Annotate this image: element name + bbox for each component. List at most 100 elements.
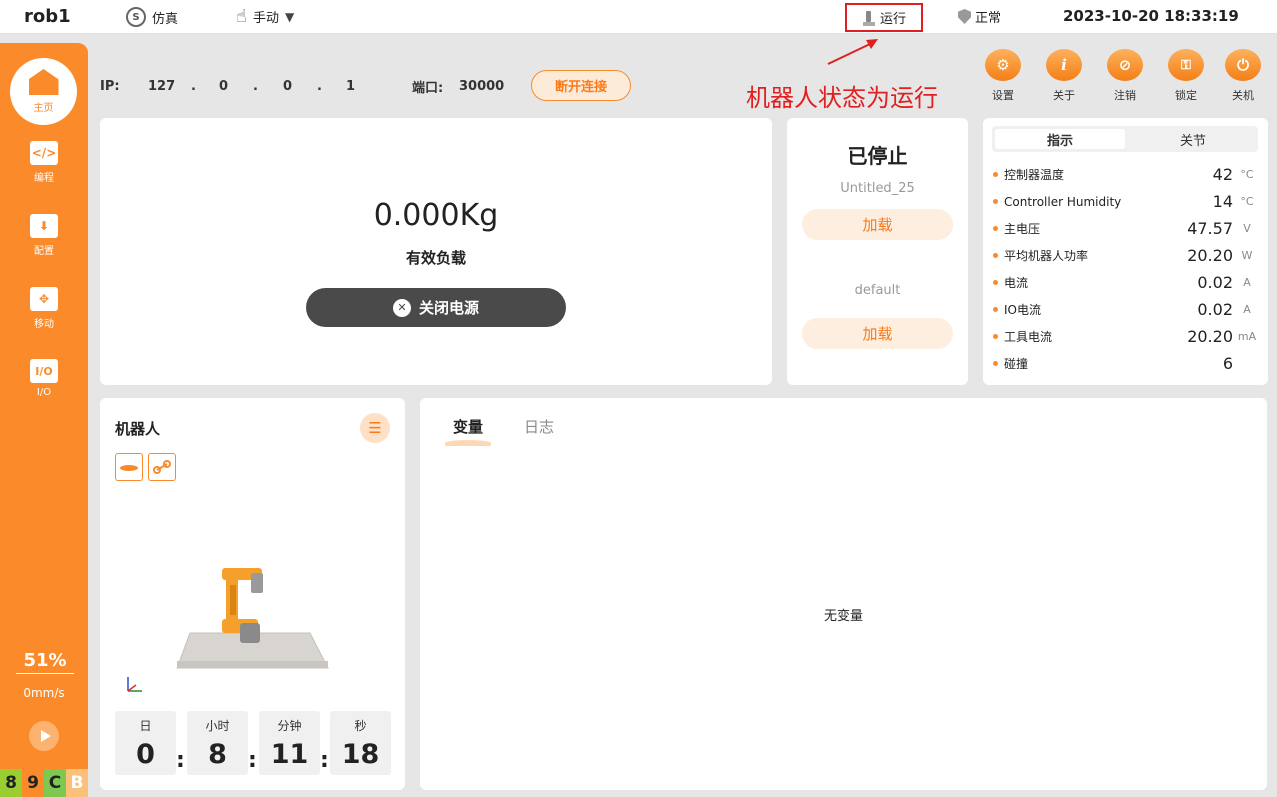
speed-percent[interactable]: 51% <box>16 650 74 674</box>
runtime-separator: : <box>320 748 329 773</box>
indicator-name: IO电流 <box>1004 303 1041 317</box>
sidebar-item-label: 移动 <box>34 319 54 330</box>
config-name: default <box>854 283 901 298</box>
runtime-label: 小时 <box>205 719 230 733</box>
indicator-row: 平均机器人功率 20.20 W <box>993 242 1261 269</box>
program-panel: 已停止 Untitled_25 加载 default 加载 <box>787 118 968 385</box>
config-icon: ⬇ <box>30 214 58 238</box>
toolbar-label: 关机 <box>1232 89 1254 102</box>
hand-icon: ☝ <box>236 5 247 27</box>
sidebar-item-io[interactable]: I/O I/O <box>0 359 88 398</box>
tab-logs[interactable]: 日志 <box>524 416 554 437</box>
sidebar-item-label: 主页 <box>33 103 54 114</box>
simulation-toggle[interactable]: S 仿真 <box>126 7 178 27</box>
code-icon: </> <box>30 141 58 165</box>
program-status: 已停止 <box>847 144 908 168</box>
status-chips: 8 9 C B <box>0 769 88 797</box>
tab-joints[interactable]: 关节 <box>1128 126 1258 152</box>
payload-value: 0.000Kg <box>373 198 499 233</box>
annotation-arrow <box>827 39 878 65</box>
ip-label: IP: <box>100 79 120 94</box>
indicator-value: 0.02 <box>1197 300 1233 319</box>
play-icon <box>40 730 51 742</box>
robot-name: rob1 <box>24 6 71 27</box>
settings-button[interactable]: ⚙ 设置 <box>978 49 1028 103</box>
manual-mode-label: 手动 <box>252 11 279 26</box>
runtime-seconds: 秒 18 <box>330 711 391 775</box>
indicator-row: 工具电流 20.20 mA <box>993 323 1261 350</box>
indicator-row: IO电流 0.02 A <box>993 296 1261 323</box>
menu-button[interactable]: ☰ <box>360 413 390 443</box>
indicator-name: 平均机器人功率 <box>1004 249 1089 263</box>
indicator-row: 电流 0.02 A <box>993 269 1261 296</box>
play-button[interactable] <box>29 721 59 751</box>
runtime-value: 11 <box>270 739 309 770</box>
toolbar-label: 设置 <box>992 89 1014 102</box>
indicator-unit: A <box>1243 276 1251 289</box>
sidebar-item-config[interactable]: ⬇ 配置 <box>0 214 88 257</box>
logout-button[interactable]: ⊘ 注销 <box>1100 49 1150 103</box>
payload-label: 有效负载 <box>405 249 466 267</box>
indicator-name: Controller Humidity <box>1004 194 1122 209</box>
axis-gizmo <box>127 677 142 692</box>
sidebar-item-home[interactable]: 主页 <box>10 58 77 125</box>
shutdown-button[interactable]: ⏻ 关机 <box>1218 49 1268 103</box>
port-value: 30000 <box>459 79 505 94</box>
indicator-unit: V <box>1243 222 1251 235</box>
indicator-row: 主电压 47.57 V <box>993 215 1261 242</box>
view-robot-button[interactable] <box>148 453 176 481</box>
runtime-label: 日 <box>139 719 152 733</box>
list-icon: ☰ <box>368 419 382 437</box>
info-icon: i <box>1046 49 1082 81</box>
indicator-value: 20.20 <box>1187 246 1233 265</box>
disconnect-button[interactable]: 断开连接 <box>531 70 631 101</box>
annotation-text: 机器人状态为运行 <box>746 84 938 112</box>
indicator-name: 碰撞 <box>1004 357 1029 371</box>
indicator-name: 电流 <box>1004 276 1029 290</box>
home-icon <box>28 69 59 95</box>
robot-panel: 机器人 ☰ 日 0 : 小时 8 : 分钟 11 : 秒 18 <box>100 398 405 790</box>
runtime-label: 分钟 <box>277 719 302 733</box>
status-chip: 9 <box>22 769 44 797</box>
about-button[interactable]: i 关于 <box>1039 49 1089 103</box>
power-off-button[interactable]: ✕ 关闭电源 <box>306 288 566 327</box>
indicator-name: 控制器温度 <box>1004 168 1065 182</box>
indicator-unit: °C <box>1240 195 1254 208</box>
ip-octet: 127 <box>148 79 176 94</box>
indicator-value: 20.20 <box>1187 327 1233 346</box>
tab-variables[interactable]: 变量 <box>444 416 492 446</box>
sidebar-item-move[interactable]: ✥ 移动 <box>0 287 88 330</box>
run-status-indicator: 运行 <box>845 3 923 32</box>
indicator-value: 42 <box>1212 165 1233 184</box>
manual-mode-dropdown[interactable]: ☝ 手动 ▼ <box>236 7 294 26</box>
chevron-down-icon: ▼ <box>284 9 295 24</box>
run-status-label: 运行 <box>879 12 906 27</box>
port-label: 端口: <box>412 81 444 96</box>
indicator-unit: °C <box>1240 168 1254 181</box>
ip-dot: . <box>191 79 196 94</box>
robot-arm-icon <box>862 10 876 26</box>
load-program-button[interactable]: 加载 <box>802 209 953 240</box>
safety-status-label: 正常 <box>975 11 1002 26</box>
indicator-unit: W <box>1241 249 1253 262</box>
move-icon: ✥ <box>30 287 58 311</box>
view-base-button[interactable] <box>115 453 143 481</box>
lock-button[interactable]: ⚿ 锁定 <box>1161 49 1211 103</box>
tab-indicators[interactable]: 指示 <box>995 129 1125 149</box>
indicator-unit: A <box>1243 303 1251 316</box>
load-config-button[interactable]: 加载 <box>802 318 953 349</box>
status-chip: B <box>66 769 88 797</box>
robot-3d-view[interactable] <box>170 563 340 698</box>
robot-panel-title: 机器人 <box>115 420 161 438</box>
sidebar-item-programming[interactable]: </> 编程 <box>0 141 88 184</box>
ip-octet: 1 <box>346 79 356 94</box>
lock-icon: ⚿ <box>1168 49 1204 81</box>
top-bar: rob1 S 仿真 ☝ 手动 ▼ 运行 正常 2023-10-20 18:33:… <box>0 0 1277 34</box>
safety-status: 正常 <box>958 7 1001 26</box>
sidebar-item-label: I/O <box>36 387 52 398</box>
io-icon: I/O <box>30 359 58 383</box>
status-chip: C <box>44 769 66 797</box>
runtime-days: 日 0 <box>115 711 176 775</box>
payload-panel: 0.000Kg 有效负载 ✕ 关闭电源 <box>100 118 772 385</box>
toolbar-label: 锁定 <box>1175 89 1197 102</box>
